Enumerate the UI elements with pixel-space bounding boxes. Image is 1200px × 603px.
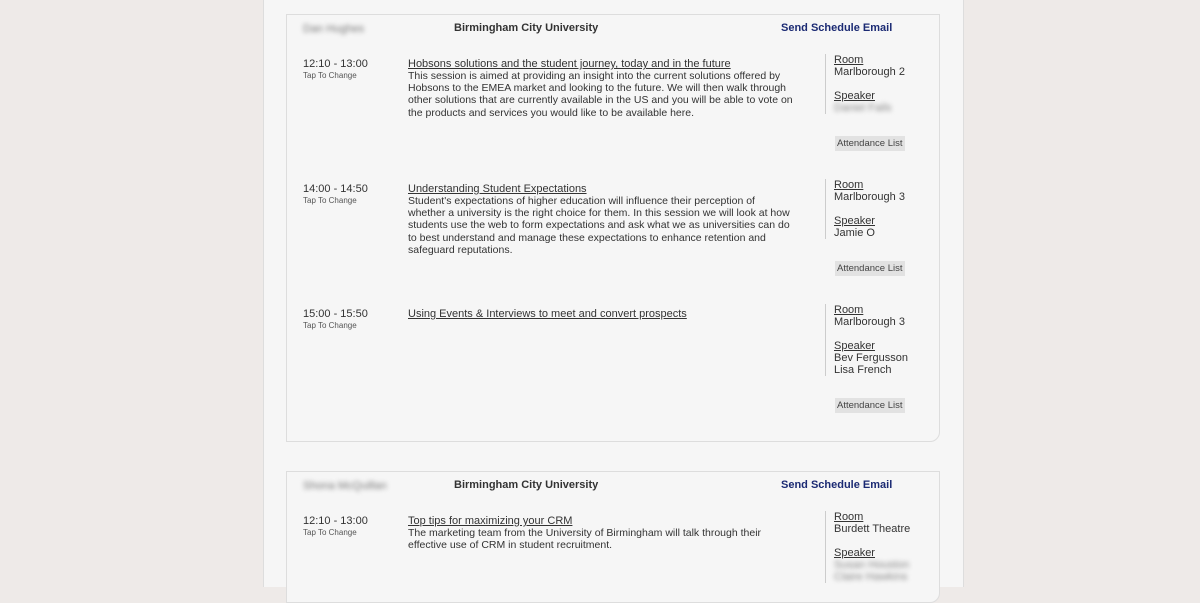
room-value: Marlborough 3 (834, 191, 905, 203)
speaker-label[interactable]: Speaker (834, 340, 908, 352)
speaker-label[interactable]: Speaker (834, 90, 905, 102)
session-details: Room Burdett Theatre Speaker Susan Houst… (825, 511, 910, 583)
session-details: Room Marlborough 2 Speaker Daniel Fails (825, 54, 905, 114)
speaker-name: Bev Fergusson (834, 352, 908, 364)
speaker-name: Jamie O (834, 227, 875, 239)
university-name: Birmingham City University (454, 22, 599, 34)
speaker-name: Claire Hawkins (834, 571, 908, 583)
attendance-list-button[interactable]: Attendance List (835, 136, 905, 151)
tap-to-change-link[interactable]: Tap To Change (303, 71, 357, 80)
attendee-name: Dan Hughes (303, 23, 365, 35)
attendance-list-button[interactable]: Attendance List (835, 261, 905, 276)
speaker-label[interactable]: Speaker (834, 547, 910, 559)
session-time: 14:00 - 14:50 (303, 183, 368, 195)
speaker-label[interactable]: Speaker (834, 215, 905, 227)
send-schedule-email-link[interactable]: Send Schedule Email (781, 479, 892, 491)
session-description: The marketing team from the University o… (408, 527, 762, 552)
session-description: Student's expectations of higher educati… (408, 195, 790, 256)
session-details: Room Marlborough 3 Speaker Jamie O (825, 179, 905, 239)
attendee-name: Shona McQuillan (303, 480, 387, 492)
send-schedule-email-link[interactable]: Send Schedule Email (781, 22, 892, 34)
attendee-schedule-card: Shona McQuillan Birmingham City Universi… (286, 471, 940, 603)
speaker-name: Daniel Fails (834, 102, 892, 114)
card-header: Dan Hughes Birmingham City University Se… (287, 15, 939, 55)
card-header: Shona McQuillan Birmingham City Universi… (287, 472, 939, 512)
session-details: Room Marlborough 3 Speaker Bev Fergusson… (825, 304, 908, 376)
schedule-page: Dan Hughes Birmingham City University Se… (263, 0, 964, 603)
university-name: Birmingham City University (454, 479, 599, 491)
attendance-list-button[interactable]: Attendance List (835, 398, 905, 413)
room-label[interactable]: Room (834, 304, 908, 316)
speaker-name: Lisa French (834, 364, 892, 376)
speaker-name: Susan Houston (834, 559, 910, 571)
session-time: 15:00 - 15:50 (303, 308, 368, 320)
session-title-link[interactable]: Using Events & Interviews to meet and co… (408, 308, 687, 321)
tap-to-change-link[interactable]: Tap To Change (303, 528, 357, 537)
session-time: 12:10 - 13:00 (303, 58, 368, 70)
tap-to-change-link[interactable]: Tap To Change (303, 321, 357, 330)
room-value: Burdett Theatre (834, 523, 911, 535)
room-value: Marlborough 2 (834, 66, 905, 78)
session-time: 12:10 - 13:00 (303, 515, 368, 527)
room-value: Marlborough 3 (834, 316, 905, 328)
room-label[interactable]: Room (834, 179, 905, 191)
room-label[interactable]: Room (834, 54, 905, 66)
attendee-schedule-card: Dan Hughes Birmingham City University Se… (286, 14, 940, 442)
room-label[interactable]: Room (834, 511, 910, 523)
tap-to-change-link[interactable]: Tap To Change (303, 196, 357, 205)
session-description: This session is aimed at providing an in… (408, 70, 793, 119)
